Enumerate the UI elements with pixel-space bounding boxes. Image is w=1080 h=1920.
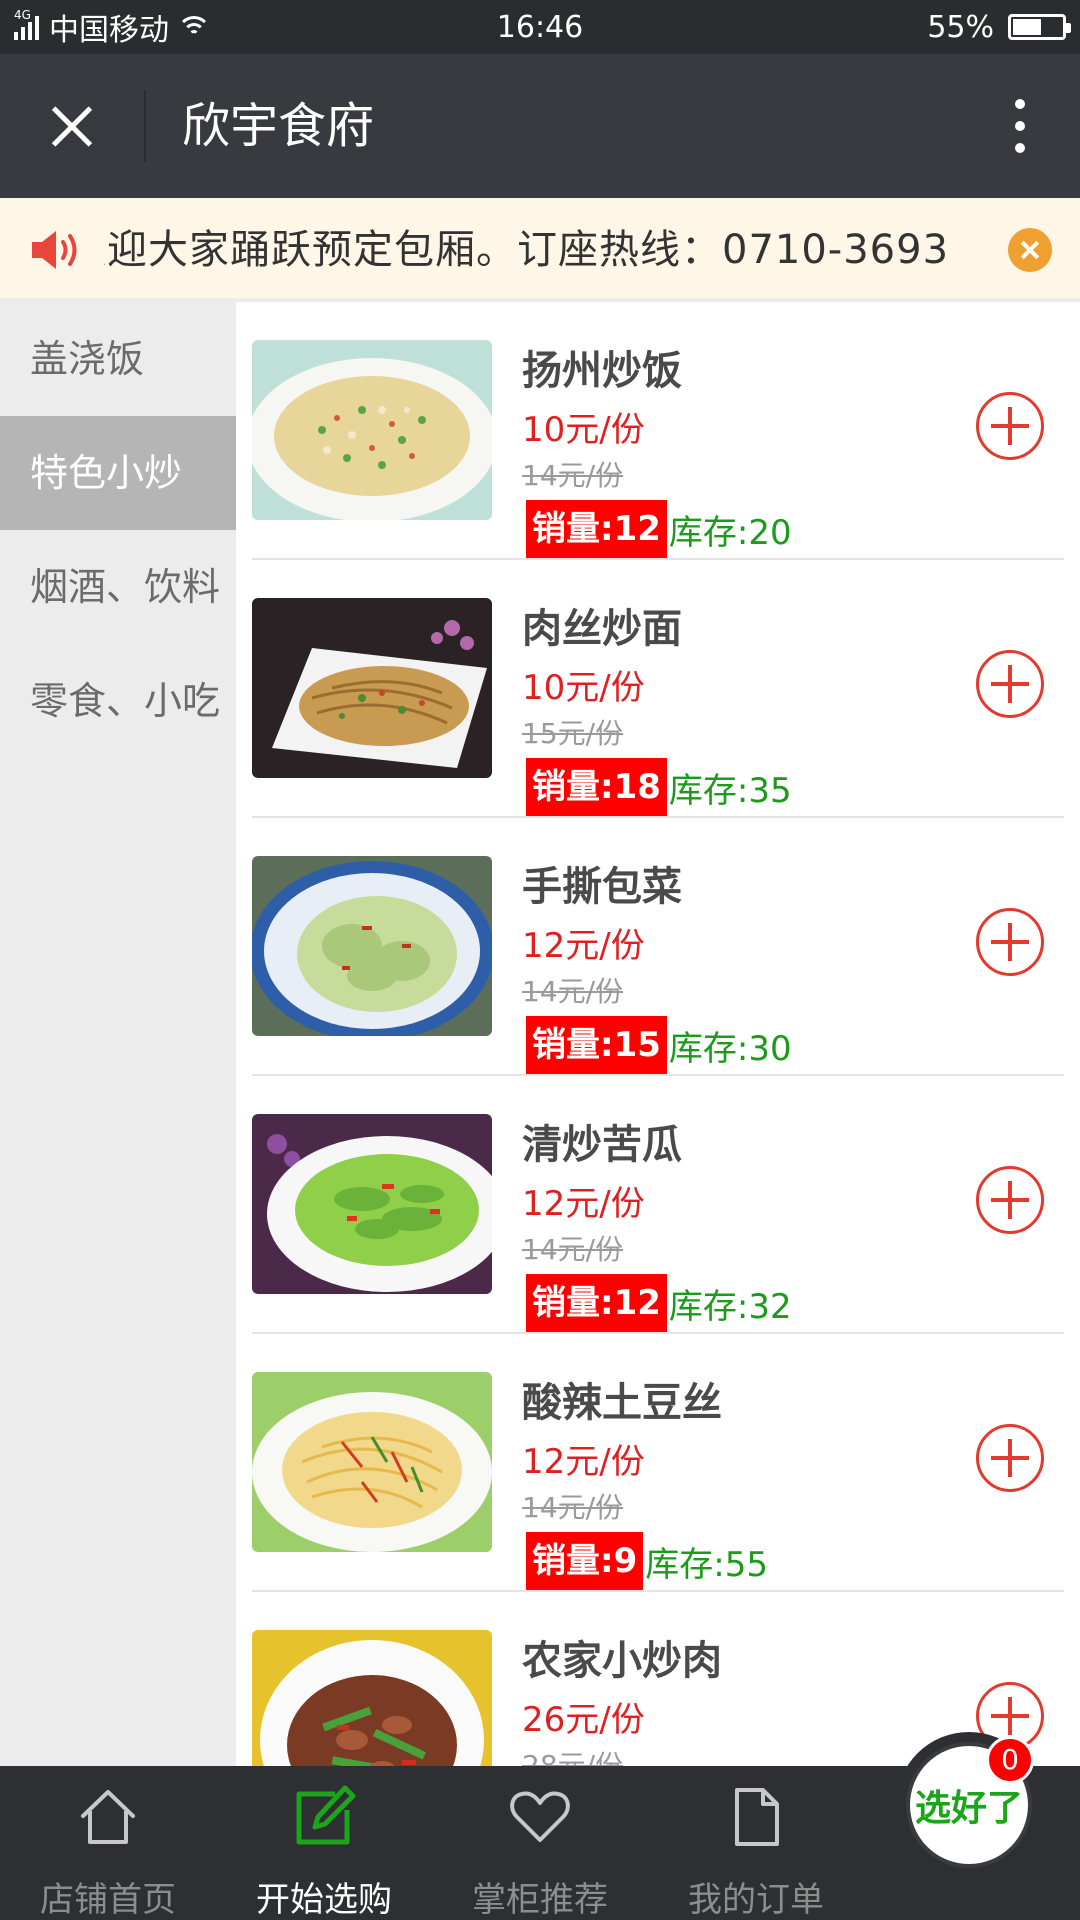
product-meta: 销量:15 库存:30 — [526, 1016, 792, 1074]
stock-label: 库存:20 — [668, 512, 792, 553]
product-price: 12元/份 — [522, 1184, 645, 1224]
add-to-cart-button[interactable] — [976, 1424, 1044, 1492]
battery-icon — [1008, 14, 1071, 40]
nav-label: 我的订单 — [688, 1880, 824, 1920]
product-image[interactable] — [252, 1114, 492, 1294]
product-list[interactable]: 扬州炒饭 10元/份 14元/份 销量:12 库存:20 肉丝炒面 10元/份 … — [236, 302, 1080, 1766]
product-original-price: 14元/份 — [522, 975, 624, 1008]
heart-icon — [510, 1791, 570, 1842]
title-divider — [144, 90, 146, 162]
nav-label: 掌柜推荐 — [472, 1880, 608, 1920]
sales-badge: 销量:15 — [526, 1016, 667, 1074]
page-title: 欣宇食府 — [182, 98, 375, 154]
stock-label: 库存:30 — [668, 1028, 792, 1069]
battery-level — [1013, 19, 1041, 35]
product-meta: 销量:18 库存:35 — [526, 758, 792, 816]
status-right: 55% — [927, 9, 1071, 45]
product-image[interactable] — [252, 1372, 492, 1552]
sales-badge: 销量:12 — [526, 1274, 667, 1332]
product-item: 酸辣土豆丝 12元/份 14元/份 销量:9 库存:55 — [252, 1334, 1064, 1592]
product-image[interactable] — [252, 598, 492, 778]
product-name: 农家小炒肉 — [522, 1638, 722, 1684]
notice-bar: 欢迎大家踊跃预定包厢。订座热线：0710-3693 — [0, 198, 1080, 302]
product-item: 肉丝炒面 10元/份 15元/份 销量:18 库存:35 — [252, 560, 1064, 818]
product-meta: 销量:12 库存:20 — [526, 500, 792, 558]
category-item-gaijiaofan[interactable]: 盖浇饭 — [0, 302, 236, 416]
product-price: 10元/份 — [522, 410, 645, 450]
stock-label: 库存:32 — [668, 1286, 792, 1327]
product-price: 10元/份 — [522, 668, 645, 708]
status-bar: 4G 中国移动 16:46 55% — [0, 0, 1080, 54]
product-item: 清炒苦瓜 12元/份 14元/份 销量:12 库存:32 — [252, 1076, 1064, 1334]
add-to-cart-button[interactable] — [976, 650, 1044, 718]
product-name: 手撕包菜 — [522, 864, 682, 910]
more-menu-button[interactable] — [990, 90, 1050, 162]
sales-badge: 销量:12 — [526, 500, 667, 558]
product-original-price: 28元/份 — [522, 1749, 624, 1766]
battery-percent: 55% — [927, 9, 994, 45]
product-original-price: 14元/份 — [522, 1491, 624, 1524]
product-name: 扬州炒饭 — [522, 348, 682, 394]
document-icon — [735, 1788, 779, 1846]
product-original-price: 14元/份 — [522, 459, 624, 492]
title-bar: 欣宇食府 — [0, 54, 1080, 198]
cart-count-badge: 0 — [986, 1736, 1034, 1784]
product-name: 清炒苦瓜 — [522, 1122, 682, 1168]
notice-marquee: 欢迎大家踊跃预定包厢。订座热线：0710-3693 — [104, 216, 974, 284]
product-image[interactable] — [252, 340, 492, 520]
stock-label: 库存:55 — [645, 1544, 768, 1585]
notice-text: 欢迎大家踊跃预定包厢。订座热线：0710-3693 — [104, 227, 950, 273]
add-to-cart-button[interactable] — [976, 392, 1044, 460]
speaker-icon — [32, 231, 77, 269]
edit-icon — [296, 1785, 356, 1845]
notice-close-button[interactable] — [1008, 228, 1052, 272]
product-price: 26元/份 — [522, 1700, 645, 1740]
add-to-cart-button[interactable] — [976, 908, 1044, 976]
product-image[interactable] — [252, 856, 492, 1036]
category-sidebar: 盖浇饭 特色小炒 烟酒、饮料 零食、小吃 — [0, 302, 236, 1766]
home-icon — [81, 1790, 135, 1844]
nav-item-home[interactable]: 店铺首页 — [0, 1766, 216, 1920]
product-price: 12元/份 — [522, 1442, 645, 1482]
product-price: 12元/份 — [522, 926, 645, 966]
product-name: 酸辣土豆丝 — [522, 1380, 722, 1426]
nav-item-shop[interactable]: 开始选购 — [216, 1766, 432, 1920]
close-button[interactable] — [28, 88, 116, 164]
product-name: 肉丝炒面 — [522, 606, 682, 652]
nav-label: 开始选购 — [256, 1880, 392, 1920]
category-item-lingshi-xiaochi[interactable]: 零食、小吃 — [0, 644, 236, 758]
nav-item-recommend[interactable]: 掌柜推荐 — [432, 1766, 648, 1920]
category-item-yanjiu-yinliao[interactable]: 烟酒、饮料 — [0, 530, 236, 644]
product-image[interactable] — [252, 1630, 492, 1766]
nav-item-orders[interactable]: 我的订单 — [648, 1766, 864, 1920]
category-item-tese-xiaochao[interactable]: 特色小炒 — [0, 416, 236, 530]
product-item: 扬州炒饭 10元/份 14元/份 销量:12 库存:20 — [252, 302, 1064, 560]
sales-badge: 销量:18 — [526, 758, 667, 816]
add-to-cart-button[interactable] — [976, 1166, 1044, 1234]
product-original-price: 15元/份 — [522, 717, 624, 750]
product-meta: 销量:9 库存:55 — [526, 1532, 768, 1590]
product-meta: 销量:12 库存:32 — [526, 1274, 792, 1332]
product-item: 手撕包菜 12元/份 14元/份 销量:15 库存:30 — [252, 818, 1064, 1076]
sales-badge: 销量:9 — [526, 1532, 644, 1590]
status-time: 16:46 — [496, 10, 584, 45]
stock-label: 库存:35 — [668, 770, 792, 811]
product-original-price: 14元/份 — [522, 1233, 624, 1266]
nav-label: 店铺首页 — [40, 1880, 176, 1920]
